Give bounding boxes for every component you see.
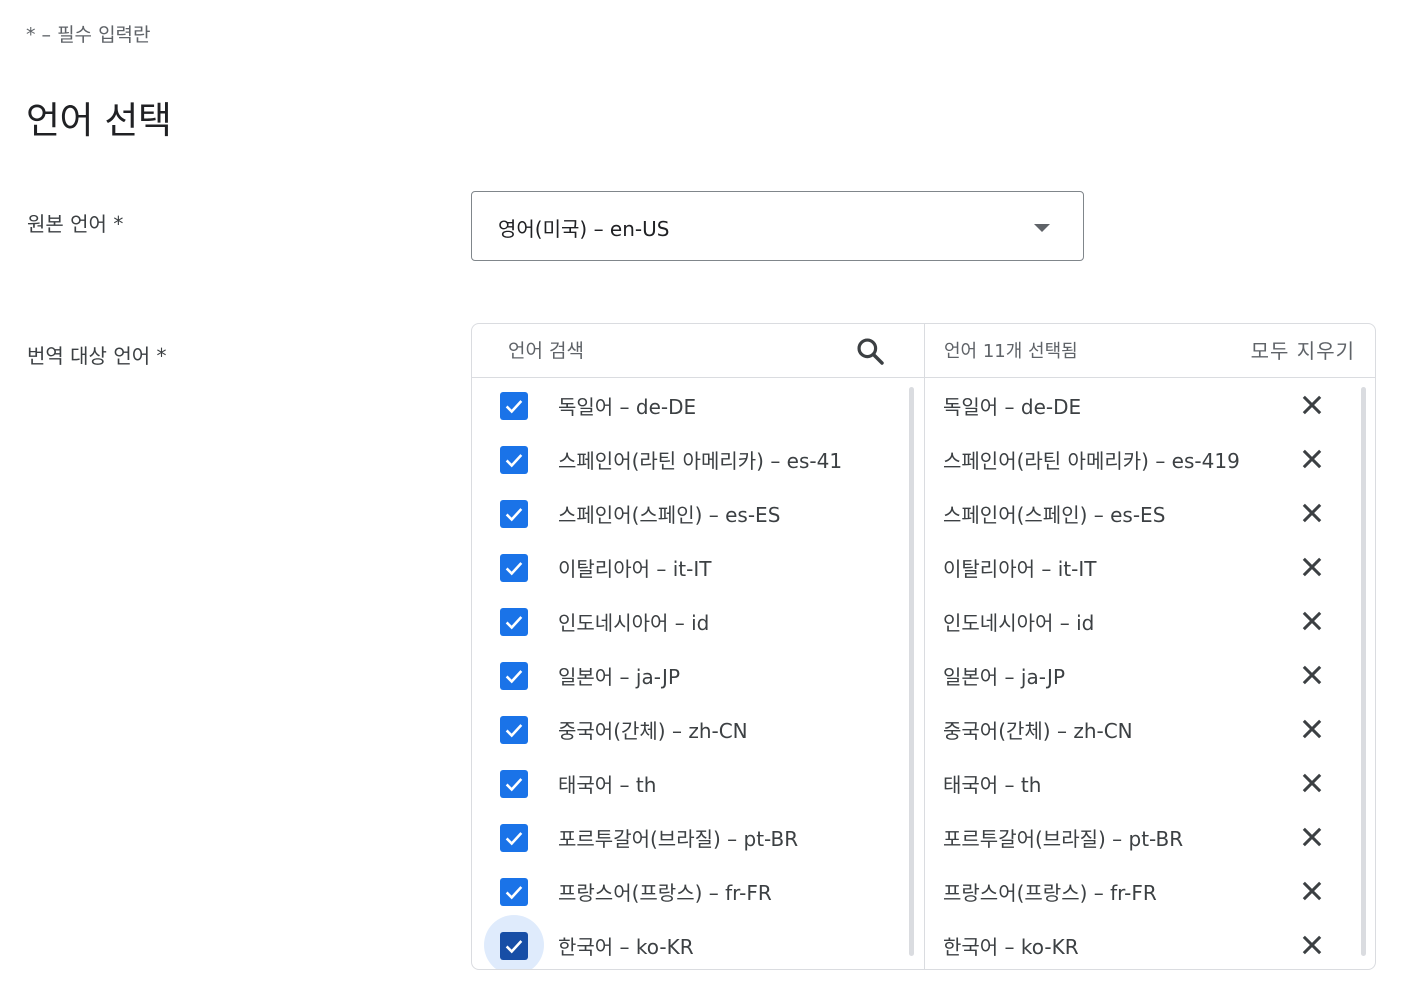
language-option[interactable]: 일본어 – ja-JP bbox=[472, 648, 912, 702]
language-option[interactable]: 이탈리아어 – it-IT bbox=[472, 540, 912, 594]
available-language-list: 독일어 – de-DE 스페인어(라틴 아메리카) – es-41 스페인어(스… bbox=[472, 378, 912, 969]
selected-language-label: 한국어 – ko-KR bbox=[943, 935, 1079, 959]
selected-language-item: 인도네시아어 – id bbox=[925, 594, 1355, 648]
language-option[interactable]: 중국어(간체) – zh-CN bbox=[472, 702, 912, 756]
check-icon bbox=[505, 724, 523, 738]
language-option-label: 한국어 – ko-KR bbox=[558, 935, 694, 959]
check-icon bbox=[505, 670, 523, 684]
check-icon bbox=[505, 454, 523, 468]
check-icon bbox=[505, 400, 523, 414]
language-checkbox[interactable] bbox=[500, 824, 528, 852]
language-option-label: 스페인어(라틴 아메리카) – es-41 bbox=[558, 449, 843, 473]
close-icon[interactable] bbox=[1298, 499, 1326, 527]
language-option[interactable]: 인도네시아어 – id bbox=[472, 594, 912, 648]
check-icon bbox=[505, 940, 523, 954]
language-option-label: 스페인어(스페인) – es-ES bbox=[558, 503, 781, 527]
language-checkbox[interactable] bbox=[500, 770, 528, 798]
selected-language-label: 독일어 – de-DE bbox=[943, 395, 1082, 419]
language-option-label: 프랑스어(프랑스) – fr-FR bbox=[558, 881, 772, 905]
close-icon[interactable] bbox=[1298, 661, 1326, 689]
required-fields-note: * – 필수 입력란 bbox=[26, 24, 151, 46]
close-icon[interactable] bbox=[1298, 553, 1326, 581]
available-list-scrollbar[interactable] bbox=[909, 387, 914, 956]
selected-language-label: 이탈리아어 – it-IT bbox=[943, 557, 1097, 581]
selected-language-label: 포르투갈어(브라질) – pt-BR bbox=[943, 827, 1184, 851]
close-icon[interactable] bbox=[1298, 769, 1326, 797]
selected-language-item: 스페인어(스페인) – es-ES bbox=[925, 486, 1355, 540]
selected-language-item: 독일어 – de-DE bbox=[925, 378, 1355, 432]
check-icon bbox=[505, 886, 523, 900]
selected-language-item: 중국어(간체) – zh-CN bbox=[925, 702, 1355, 756]
language-option[interactable]: 포르투갈어(브라질) – pt-BR bbox=[472, 810, 912, 864]
target-language-picker: 언어 11개 선택됨 모두 지우기 독일어 – de-DE 스페인어(라틴 아메… bbox=[471, 323, 1376, 970]
language-checkbox[interactable] bbox=[500, 878, 528, 906]
language-option[interactable]: 태국어 – th bbox=[472, 756, 912, 810]
language-option-label: 포르투갈어(브라질) – pt-BR bbox=[558, 827, 799, 851]
language-checkbox[interactable] bbox=[500, 446, 528, 474]
language-option[interactable]: 프랑스어(프랑스) – fr-FR bbox=[472, 864, 912, 918]
language-option-label: 인도네시아어 – id bbox=[558, 611, 710, 635]
selected-language-label: 스페인어(라틴 아메리카) – es-419 bbox=[943, 449, 1240, 473]
close-icon[interactable] bbox=[1298, 931, 1326, 959]
selected-language-label: 일본어 – ja-JP bbox=[943, 665, 1066, 689]
language-option[interactable]: 독일어 – de-DE bbox=[472, 378, 912, 432]
selected-language-item: 포르투갈어(브라질) – pt-BR bbox=[925, 810, 1355, 864]
selected-language-label: 태국어 – th bbox=[943, 773, 1042, 797]
close-icon[interactable] bbox=[1298, 823, 1326, 851]
selected-language-item: 한국어 – ko-KR bbox=[925, 918, 1355, 969]
close-icon[interactable] bbox=[1298, 445, 1326, 473]
target-language-label: 번역 대상 언어 * bbox=[27, 344, 167, 368]
language-option-label: 중국어(간체) – zh-CN bbox=[558, 719, 748, 743]
selected-language-list: 독일어 – de-DE 스페인어(라틴 아메리카) – es-419 스페인어(… bbox=[925, 378, 1355, 969]
clear-all-button[interactable]: 모두 지우기 bbox=[1251, 335, 1355, 364]
language-checkbox[interactable] bbox=[500, 662, 528, 690]
source-language-select[interactable]: 영어(미국) – en-US bbox=[471, 191, 1084, 261]
language-option[interactable]: 스페인어(스페인) – es-ES bbox=[472, 486, 912, 540]
selected-language-item: 스페인어(라틴 아메리카) – es-419 bbox=[925, 432, 1355, 486]
language-checkbox[interactable] bbox=[500, 932, 528, 960]
language-checkbox[interactable] bbox=[500, 716, 528, 744]
selected-language-label: 프랑스어(프랑스) – fr-FR bbox=[943, 881, 1157, 905]
check-icon bbox=[505, 562, 523, 576]
language-checkbox[interactable] bbox=[500, 608, 528, 636]
selected-language-label: 중국어(간체) – zh-CN bbox=[943, 719, 1133, 743]
selected-list-scrollbar[interactable] bbox=[1361, 387, 1366, 956]
language-checkbox[interactable] bbox=[500, 392, 528, 420]
language-option[interactable]: 스페인어(라틴 아메리카) – es-41 bbox=[472, 432, 912, 486]
language-option-label: 이탈리아어 – it-IT bbox=[558, 557, 712, 581]
source-language-value: 영어(미국) – en-US bbox=[498, 217, 670, 241]
language-checkbox[interactable] bbox=[500, 554, 528, 582]
language-option-label: 태국어 – th bbox=[558, 773, 657, 797]
close-icon[interactable] bbox=[1298, 607, 1326, 635]
selected-count: 언어 11개 선택됨 bbox=[944, 341, 1078, 362]
language-option-label: 일본어 – ja-JP bbox=[558, 665, 681, 689]
page-title: 언어 선택 bbox=[26, 99, 172, 142]
selected-language-item: 이탈리아어 – it-IT bbox=[925, 540, 1355, 594]
language-checkbox[interactable] bbox=[500, 500, 528, 528]
check-icon bbox=[505, 508, 523, 522]
selected-language-item: 태국어 – th bbox=[925, 756, 1355, 810]
selected-language-item: 프랑스어(프랑스) – fr-FR bbox=[925, 864, 1355, 918]
source-language-label: 원본 언어 * bbox=[27, 212, 124, 236]
check-icon bbox=[505, 778, 523, 792]
close-icon[interactable] bbox=[1298, 877, 1326, 905]
search-icon[interactable] bbox=[854, 335, 886, 367]
check-icon bbox=[505, 832, 523, 846]
language-option-label: 독일어 – de-DE bbox=[558, 395, 697, 419]
close-icon[interactable] bbox=[1298, 715, 1326, 743]
selected-language-item: 일본어 – ja-JP bbox=[925, 648, 1355, 702]
close-icon[interactable] bbox=[1298, 391, 1326, 419]
selected-language-label: 스페인어(스페인) – es-ES bbox=[943, 503, 1166, 527]
check-icon bbox=[505, 616, 523, 630]
language-option[interactable]: 한국어 – ko-KR bbox=[472, 915, 912, 969]
chevron-down-icon bbox=[1034, 224, 1050, 232]
selected-language-label: 인도네시아어 – id bbox=[943, 611, 1095, 635]
language-search-input[interactable] bbox=[496, 332, 880, 370]
